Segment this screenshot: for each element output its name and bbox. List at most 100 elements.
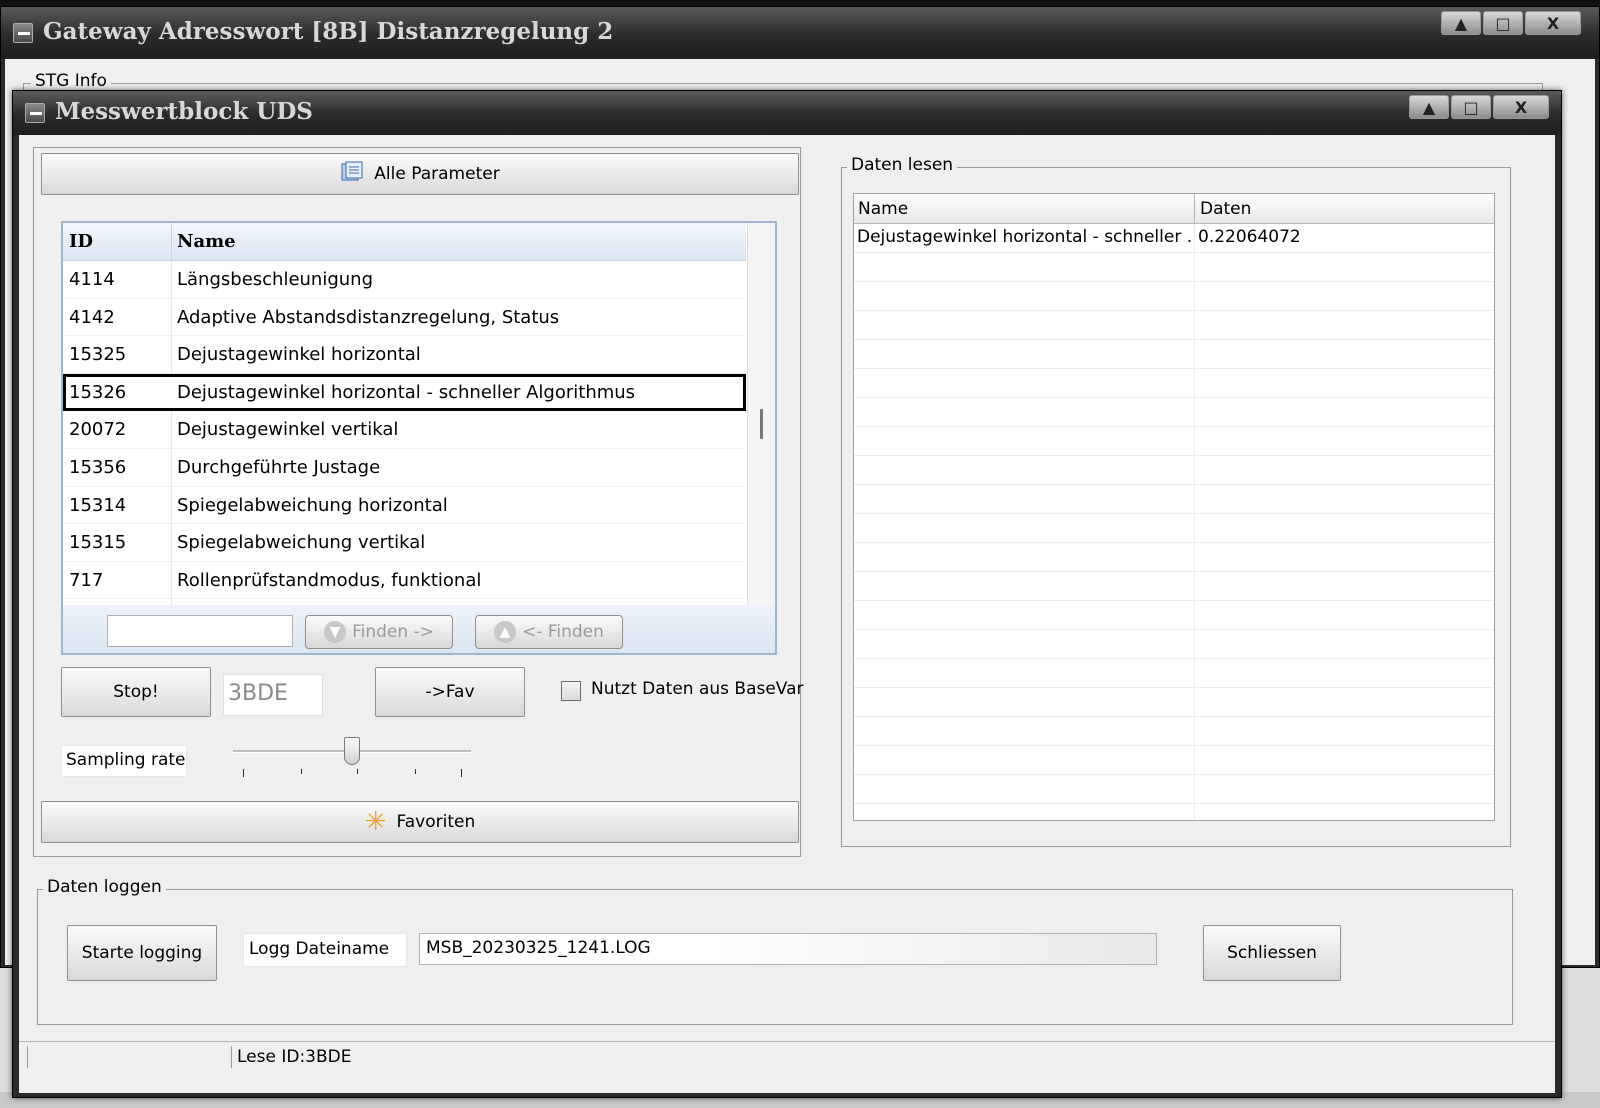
grid-row[interactable]	[854, 688, 1494, 717]
slider-tick	[415, 769, 416, 774]
minimize-button[interactable]: ▲	[1409, 95, 1449, 119]
inner-client-area: Alle Parameter ID Name 4114 Längsbeschleu…	[19, 135, 1555, 1093]
sampling-rate-slider[interactable]	[233, 735, 471, 783]
list-item-name: Rollenprüfstandmodus, funktional	[177, 569, 482, 591]
list-item[interactable]: 15325 Dejustagewinkel horizontal	[63, 336, 746, 374]
find-next-button[interactable]: ▼ Finden ->	[305, 615, 453, 649]
close-button[interactable]: X	[1493, 95, 1549, 119]
list-item-name: Adaptive Abstandsdistanzregelung, Status	[177, 306, 560, 328]
slider-thumb[interactable]	[344, 737, 360, 765]
close-button[interactable]: X	[1525, 11, 1581, 35]
status-divider	[231, 1046, 232, 1068]
minimize-button[interactable]: ▲	[1441, 11, 1481, 35]
list-rows: 4114 Längsbeschleunigung 4142 Adaptive Abst…	[63, 261, 746, 605]
maximize-button[interactable]: □	[1483, 11, 1523, 35]
status-divider	[27, 1046, 28, 1068]
close-window-button[interactable]: Schliessen	[1203, 925, 1341, 981]
status-text: Lese ID:3BDE	[237, 1047, 352, 1067]
grid-row[interactable]	[854, 601, 1494, 630]
find-prev-button[interactable]: ▲ <- Finden	[475, 615, 623, 649]
list-item[interactable]: 20072 Dejustagewinkel vertikal	[63, 411, 746, 449]
list-item[interactable]: 4142 Adaptive Abstandsdistanzregelung, St…	[63, 299, 746, 337]
grid-row[interactable]	[854, 456, 1494, 485]
grid-rows: Dejustagewinkel horizontal - schneller .…	[854, 224, 1494, 820]
find-bar: ▼ Finden -> ▲ <- Finden	[63, 605, 775, 653]
start-logging-button[interactable]: Starte logging	[67, 925, 217, 981]
favorites-button[interactable]: ✳ Favoriten	[41, 801, 799, 843]
maximize-button[interactable]: □	[1451, 95, 1491, 119]
grid-row[interactable]	[854, 311, 1494, 340]
grid-row[interactable]	[854, 485, 1494, 514]
add-favorite-button[interactable]: ->Fav	[375, 667, 525, 717]
grid-row[interactable]	[854, 398, 1494, 427]
grid-cell-name: Dejustagewinkel horizontal - schneller .…	[857, 227, 1191, 247]
logging-label: Daten loggen	[43, 877, 166, 897]
grid-column-name[interactable]: Name	[858, 199, 908, 219]
log-filename-label: Logg Dateiname	[243, 933, 407, 967]
list-item[interactable]: 15315 Spiegelabweichung vertikal	[63, 524, 746, 562]
list-item-name: Dejustagewinkel horizontal	[177, 344, 421, 366]
grid-row[interactable]	[854, 514, 1494, 543]
outer-window-title: Gateway Adresswort [8B] Distanzregelung …	[43, 18, 614, 45]
grid-row[interactable]	[854, 340, 1494, 369]
list-item-name: Dejustagewinkel horizontal - schneller A…	[177, 381, 636, 403]
grid-row[interactable]	[854, 717, 1494, 746]
grid-row[interactable]	[854, 543, 1494, 572]
list-item-id: 717	[69, 569, 104, 591]
grid-header: Name Daten	[854, 194, 1494, 224]
list-item-id: 4142	[69, 306, 115, 328]
list-icon	[340, 160, 364, 189]
slider-tick	[357, 769, 358, 774]
grid-row[interactable]	[854, 253, 1494, 282]
list-item-id: 15325	[69, 344, 127, 366]
slider-tick	[301, 769, 302, 774]
parameter-list[interactable]: ID Name 4114 Längsbeschleunigung 4142 Adapt…	[61, 221, 777, 655]
grid-row[interactable]	[854, 282, 1494, 311]
all-parameters-button[interactable]: Alle Parameter	[41, 153, 799, 195]
grid-row[interactable]	[854, 630, 1494, 659]
list-item[interactable]: 717 Rollenprüfstandmodus, funktional	[63, 562, 746, 600]
grid-row[interactable]	[854, 659, 1494, 688]
grid-row[interactable]	[854, 746, 1494, 775]
scrollbar-thumb[interactable]	[760, 409, 763, 439]
list-item-id: 15315	[69, 532, 127, 554]
find-next-label: Finden ->	[352, 622, 434, 642]
list-item-name: Spiegelabweichung horizontal	[177, 494, 448, 516]
grid-row[interactable]	[854, 572, 1494, 601]
system-menu-icon[interactable]	[25, 103, 45, 123]
stop-button[interactable]: Stop!	[61, 667, 211, 717]
list-item[interactable]: 15314 Spiegelabweichung horizontal	[63, 487, 746, 525]
slider-tick	[461, 769, 462, 777]
list-item[interactable]: 4114 Längsbeschleunigung	[63, 261, 746, 299]
list-item-name: Dejustagewinkel vertikal	[177, 419, 399, 441]
outer-titlebar[interactable]: Gateway Adresswort [8B] Distanzregelung …	[1, 7, 1599, 59]
column-header-name[interactable]: Name	[177, 231, 236, 252]
favorites-label: Favoriten	[396, 812, 476, 832]
log-filename-input[interactable]: MSB_20230325_1241.LOG	[419, 933, 1157, 965]
grid-row[interactable]: Dejustagewinkel horizontal - schneller .…	[854, 224, 1494, 253]
read-data-label: Daten lesen	[847, 155, 958, 175]
slider-tick	[243, 769, 244, 777]
grid-row[interactable]	[854, 427, 1494, 456]
grid-row[interactable]	[854, 775, 1494, 804]
system-menu-icon[interactable]	[13, 23, 33, 43]
current-id-field[interactable]: 3BDE	[223, 674, 323, 716]
list-item[interactable]: 15356 Durchgeführte Justage	[63, 449, 746, 487]
inner-titlebar[interactable]: Messwertblock UDS ▲ □ X	[13, 91, 1561, 135]
list-item-id: 4114	[69, 269, 115, 290]
read-data-grid[interactable]: Name Daten Dejustagewinkel horizontal - …	[853, 193, 1495, 821]
status-bar: Lese ID:3BDE	[19, 1041, 1555, 1071]
grid-row[interactable]	[854, 804, 1494, 820]
list-item[interactable]: 15326 Dejustagewinkel horizontal - schnel…	[63, 373, 746, 412]
list-scrollbar[interactable]	[747, 223, 775, 605]
list-header: ID Name	[63, 223, 746, 261]
basevar-checkbox[interactable]	[561, 681, 581, 701]
grid-row[interactable]	[854, 369, 1494, 398]
all-parameters-label: Alle Parameter	[374, 164, 500, 184]
list-item-name: Spiegelabweichung vertikal	[177, 532, 426, 554]
find-input[interactable]	[107, 615, 293, 647]
column-header-id[interactable]: ID	[69, 231, 93, 252]
stg-info-label: STG Info	[31, 71, 111, 91]
grid-column-data[interactable]: Daten	[1200, 199, 1251, 219]
basevar-label: Nutzt Daten aus BaseVar	[591, 679, 804, 699]
